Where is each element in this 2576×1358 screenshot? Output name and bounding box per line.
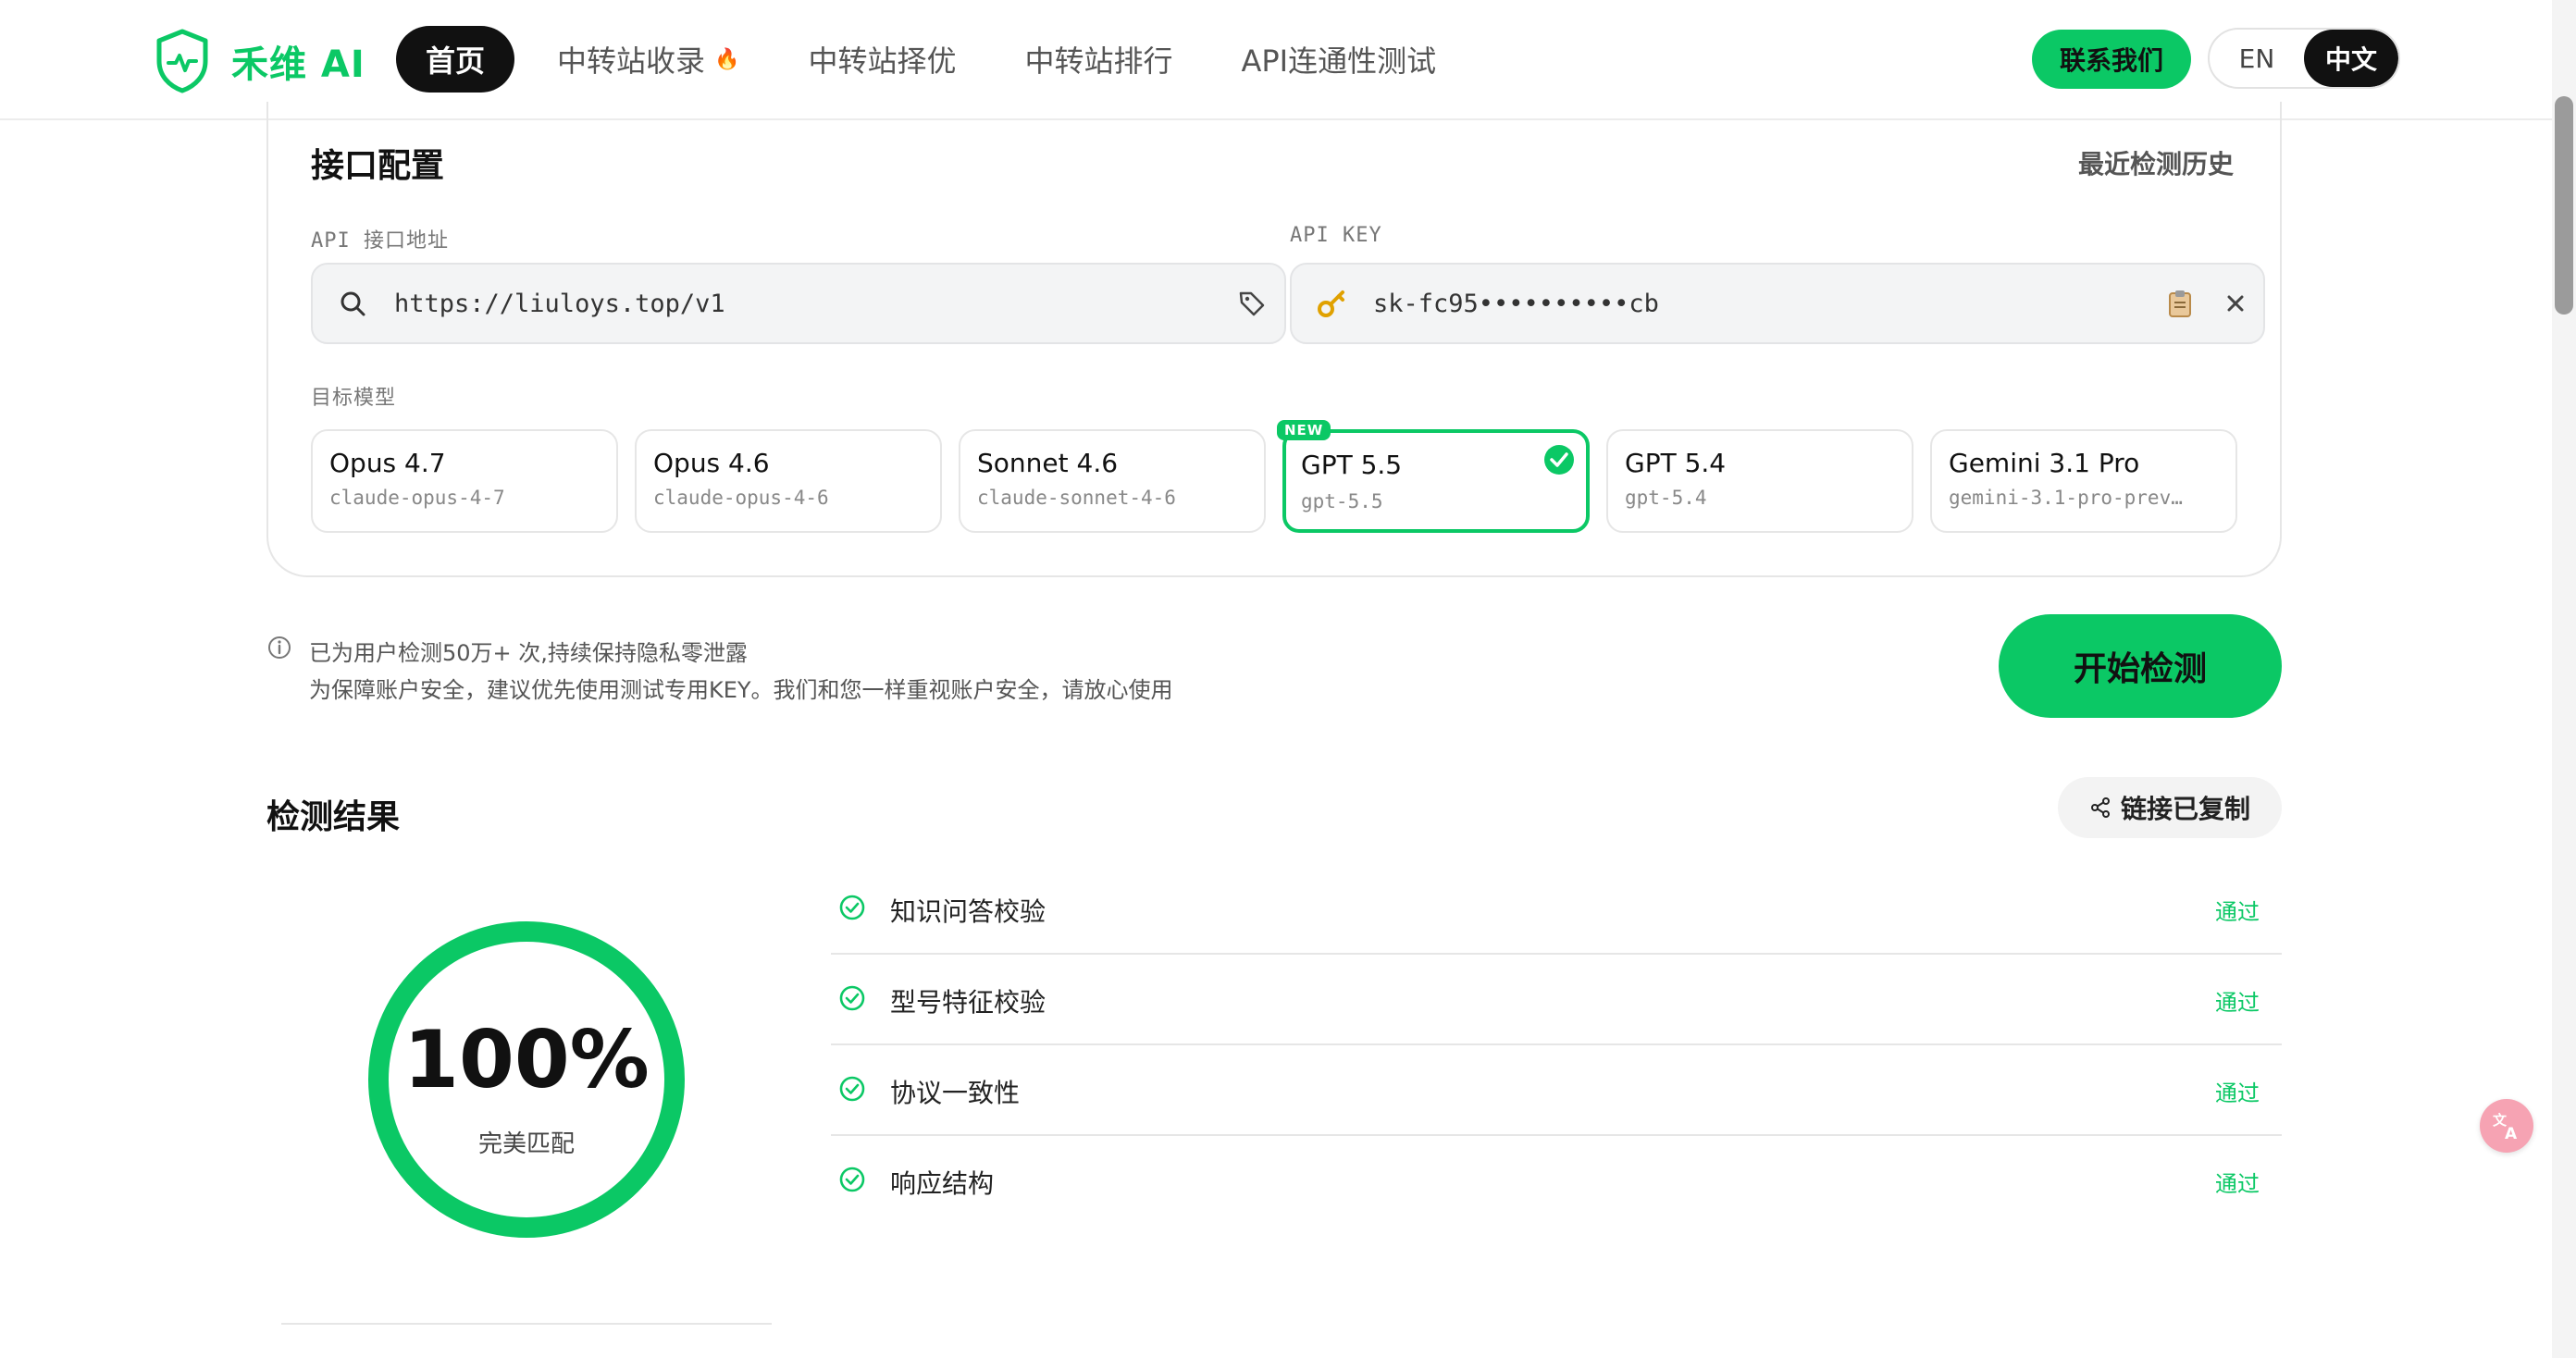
check-list: 知识问答校验 通过 型号特征校验 通过 协议一致性 通过 响应结构 通过 [831, 864, 2282, 1227]
check-label: 型号特征校验 [890, 987, 1046, 1018]
model-card-gpt-5-5[interactable]: NEW GPT 5.5 gpt-5.5 [1277, 420, 1590, 533]
check-circle-icon [839, 1167, 865, 1192]
key-icon [1292, 288, 1371, 319]
security-tip: 为保障账户安全，建议优先使用测试专用KEY。我们和您一样重视账户安全，请放心使用 [309, 677, 1173, 703]
score-value: 100% [403, 1014, 650, 1106]
api-url-label: API 接口地址 [311, 229, 449, 253]
check-label: 协议一致性 [890, 1078, 1021, 1108]
model-id: claude-opus-4-6 [653, 487, 829, 509]
model-name: GPT 5.5 [1301, 450, 1403, 480]
model-card-gpt-5-4[interactable]: GPT 5.4 gpt-5.4 [1606, 429, 1913, 533]
results-title: 检测结果 [266, 798, 401, 836]
start-test-button[interactable]: 开始检测 [1999, 614, 2282, 718]
api-key-input[interactable] [1371, 275, 2152, 332]
score-divider [281, 1323, 772, 1325]
history-link[interactable]: 最近检测历史 [2078, 144, 2234, 181]
language-switch: EN 中文 [2208, 28, 2400, 89]
share-label: 链接已复制 [2120, 794, 2250, 824]
model-id: gpt-5.5 [1301, 490, 1383, 512]
model-card-opus-4-7[interactable]: Opus 4.7 claude-opus-4-7 [311, 429, 618, 533]
api-key-label: API KEY [1290, 224, 1382, 247]
translate-icon: 文 A [2493, 1112, 2518, 1142]
check-item: 型号特征校验 通过 [831, 955, 2282, 1045]
model-selector: Opus 4.7 claude-opus-4-7 Opus 4.6 claude… [311, 420, 2237, 533]
model-name: Opus 4.7 [329, 448, 446, 478]
share-link-button[interactable]: 链接已复制 [2058, 777, 2282, 838]
check-item: 响应结构 通过 [831, 1136, 2282, 1227]
model-id: claude-sonnet-4-6 [977, 487, 1176, 509]
clear-icon[interactable] [2208, 293, 2263, 314]
search-icon [313, 290, 392, 317]
model-card-sonnet-4-6[interactable]: Sonnet 4.6 claude-sonnet-4-6 [959, 429, 1266, 533]
nav-item-relay-select[interactable]: 中转站择优 [808, 38, 956, 80]
nav-item-relay-list[interactable]: 中转站收录 🔥 [557, 38, 739, 80]
target-model-label: 目标模型 [311, 387, 397, 410]
clipboard-icon[interactable] [2152, 289, 2208, 318]
share-icon [2090, 797, 2110, 818]
config-title: 接口配置 [311, 147, 445, 185]
check-status: 通过 [2215, 899, 2260, 925]
main-nav: 首页 中转站收录 🔥 中转站择优 中转站排行 API连通性测试 [396, 26, 1505, 93]
check-item: 协议一致性 通过 [831, 1045, 2282, 1136]
logo-text: 禾维 AI [231, 43, 365, 86]
api-url-input[interactable] [392, 275, 1220, 332]
check-item: 知识问答校验 通过 [831, 864, 2282, 955]
lang-en-button[interactable]: EN [2210, 30, 2304, 87]
check-label: 响应结构 [890, 1168, 995, 1199]
new-badge: NEW [1277, 420, 1331, 440]
model-name: Opus 4.6 [653, 448, 770, 478]
nav-item-api-test[interactable]: API连通性测试 [1241, 38, 1436, 80]
check-circle-icon [839, 1076, 865, 1102]
model-id: claude-opus-4-7 [329, 487, 505, 509]
api-key-field [1290, 263, 2265, 344]
scrollbar-thumb[interactable] [2555, 96, 2573, 315]
model-name: Gemini 3.1 Pro [1949, 448, 2140, 478]
model-id: gemini-3.1-pro-prev… [1949, 487, 2183, 509]
nav-item-home[interactable]: 首页 [396, 26, 515, 93]
model-id: gpt-5.4 [1625, 487, 1707, 509]
api-url-field [311, 263, 1286, 344]
nav-item-relay-ranking[interactable]: 中转站排行 [1024, 38, 1172, 80]
selected-check-icon [1544, 445, 1574, 475]
check-status: 通过 [2215, 1171, 2260, 1197]
tag-icon[interactable] [1220, 290, 1284, 317]
svg-text:A: A [2505, 1125, 2518, 1142]
translate-button[interactable]: 文 A [2480, 1099, 2533, 1153]
model-card-opus-4-6[interactable]: Opus 4.6 claude-opus-4-6 [635, 429, 942, 533]
model-name: GPT 5.4 [1625, 448, 1727, 478]
model-name: Sonnet 4.6 [977, 448, 1119, 478]
model-card-gemini-3-1-pro[interactable]: Gemini 3.1 Pro gemini-3.1-pro-prev… [1930, 429, 2237, 533]
info-icon [268, 636, 291, 659]
check-label: 知识问答校验 [890, 896, 1046, 927]
privacy-note: 已为用户检测50万+ 次,持续保持隐私零泄露 [309, 640, 748, 666]
shield-pulse-icon [156, 29, 208, 93]
check-status: 通过 [2215, 1080, 2260, 1106]
lang-zh-button[interactable]: 中文 [2304, 30, 2398, 87]
nav-item-label: 中转站收录 [557, 43, 706, 79]
score-caption: 完美匹配 [477, 1130, 575, 1158]
check-circle-icon [839, 985, 865, 1011]
contact-button[interactable]: 联系我们 [2032, 30, 2191, 89]
logo[interactable]: 禾维 AI [154, 28, 365, 94]
check-circle-icon [839, 895, 865, 920]
fire-icon: 🔥 [714, 47, 740, 71]
check-status: 通过 [2215, 990, 2260, 1016]
